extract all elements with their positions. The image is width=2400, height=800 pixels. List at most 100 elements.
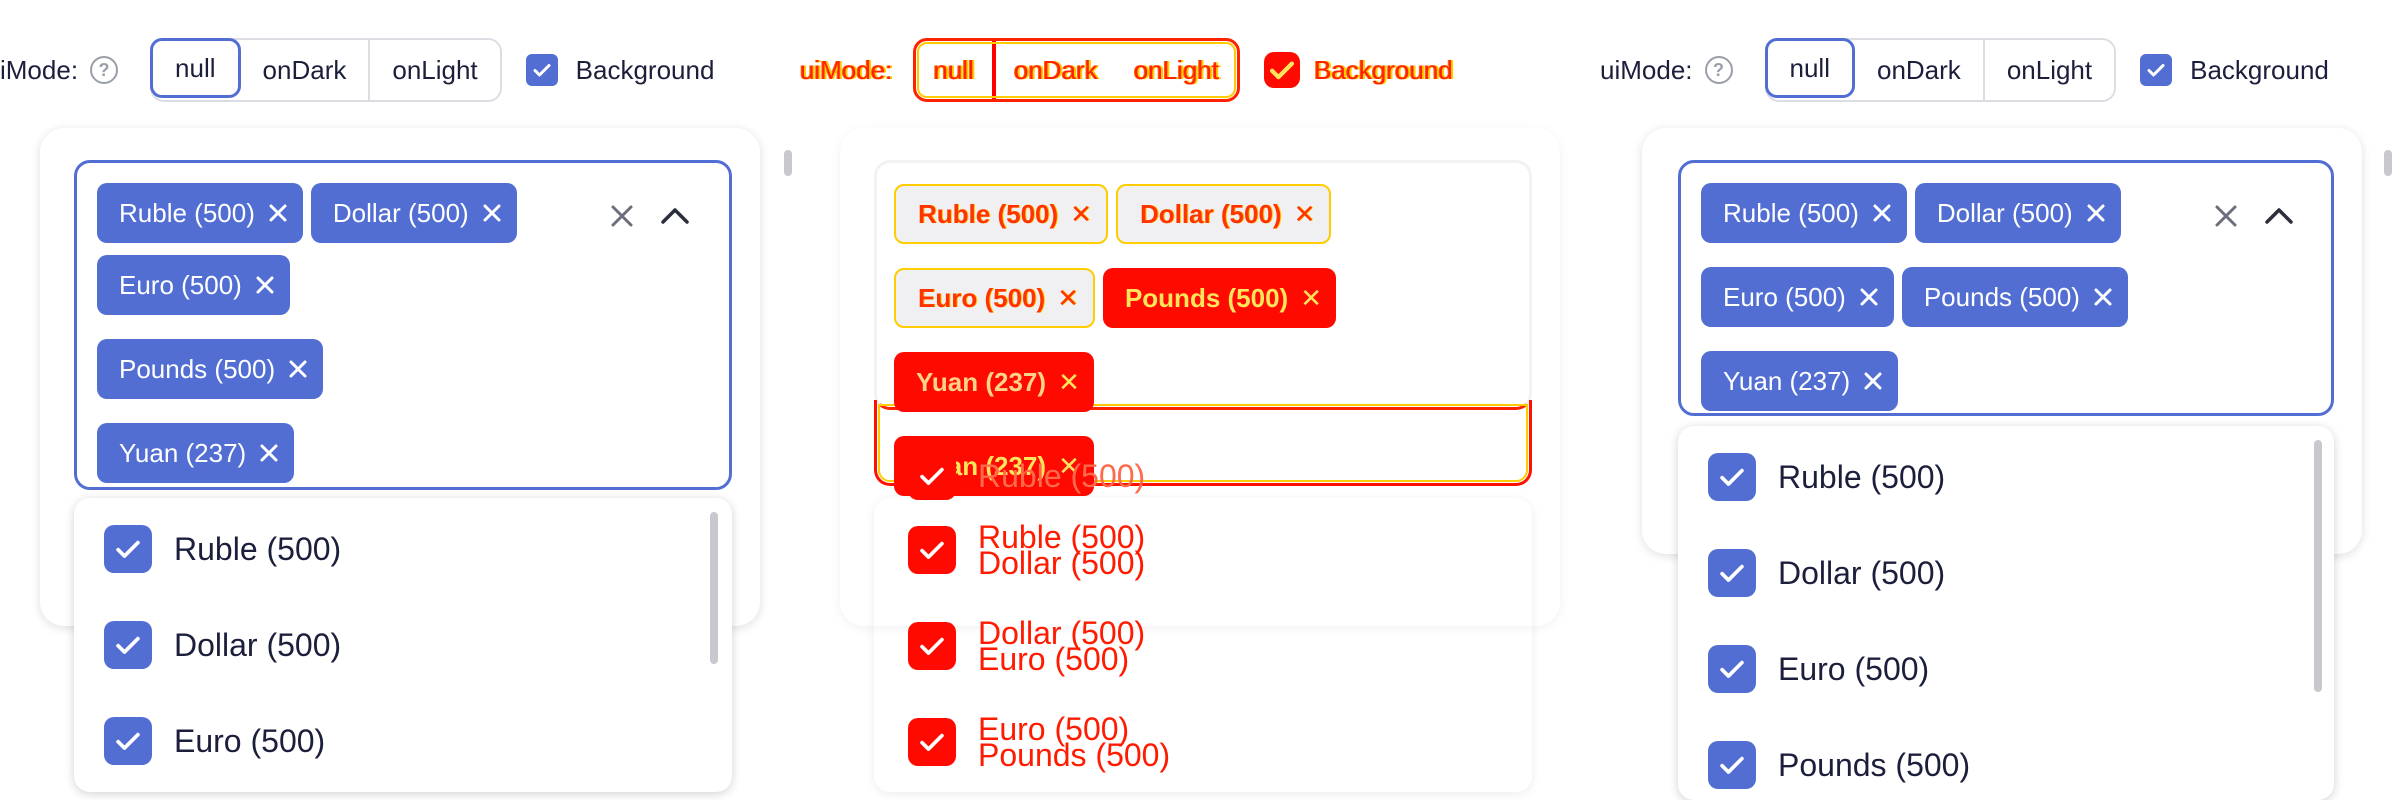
diff-chip-label: Euro (500) [918, 282, 1046, 313]
check-icon [920, 541, 944, 559]
background-checkbox[interactable] [2140, 54, 2173, 86]
chevron-up-icon[interactable] [659, 201, 691, 229]
option-ruble[interactable]: Ruble (500) [1708, 452, 1945, 502]
chip-label: Pounds (500) [1923, 281, 2080, 312]
clear-icon[interactable] [609, 203, 635, 229]
mode-null-button[interactable]: null [150, 38, 241, 98]
chip-pounds[interactable]: Pounds (500) [1901, 267, 2128, 327]
check-icon [920, 637, 944, 655]
currency-multiselect[interactable]: Ruble (500) Dollar (500) Euro (500) Poun… [1678, 160, 2334, 416]
diff-chip-pounds: Pounds (500) ✕ [1102, 268, 1336, 328]
checkbox[interactable] [1708, 741, 1756, 789]
diff-option-ghost-label: Euro (500) [978, 641, 1130, 677]
option-dollar[interactable]: Dollar (500) [104, 620, 341, 670]
check-icon [920, 733, 944, 751]
diff-chip-label: Dollar (500) [1139, 198, 1282, 229]
mode-segmented-control: null onDark onLight [150, 38, 502, 102]
diff-option-ghost-label: Dollar (500) [978, 545, 1146, 581]
chip-label: Pounds (500) [119, 353, 276, 384]
help-icon[interactable]: ? [90, 56, 119, 84]
dropdown-scrollbar[interactable] [710, 512, 718, 664]
diff-panel: uiMode: null onDark onLight Background R… [800, 0, 1600, 800]
diff-mode-label: uiMode: [800, 54, 893, 85]
chip-ruble[interactable]: Ruble (500) [1701, 183, 1907, 243]
checkbox[interactable] [1708, 645, 1756, 693]
check-icon [1720, 468, 1744, 486]
option-dollar[interactable]: Dollar (500) [1708, 548, 1945, 598]
chevron-up-icon[interactable] [2263, 201, 2295, 229]
mode-onlight-button[interactable]: onLight [370, 40, 500, 100]
chip-euro[interactable]: Euro (500) [1701, 267, 1894, 327]
mode-null-button[interactable]: null [1764, 38, 1855, 98]
background-label: Background [2190, 54, 2329, 85]
remove-icon[interactable] [1871, 202, 1893, 224]
remove-icon[interactable] [287, 358, 309, 380]
mode-toolbar: uiMode: ? null onDark onLight Background [1600, 38, 2341, 102]
checkbox[interactable] [104, 621, 152, 669]
mode-ondark-button[interactable]: onDark [1854, 40, 1985, 100]
mode-onlight-button[interactable]: onLight [1984, 40, 2115, 100]
diff-chip-dollar: Dollar (500) ✕ [1115, 184, 1332, 244]
remove-icon[interactable] [1858, 286, 1880, 308]
diff-remove-icon: ✕ [1058, 366, 1080, 397]
diff-chip-label: Ruble (500) [918, 198, 1059, 229]
remove-icon[interactable] [254, 274, 276, 296]
diff-chip-yuan-ghost: Yuan (237) ✕ [894, 352, 1094, 412]
diff-mode-onlight[interactable]: onLight [1116, 41, 1237, 99]
diff-checkbox [908, 452, 956, 500]
option-pounds[interactable]: Pounds (500) [1708, 740, 1970, 790]
diff-background-label: Background [1314, 54, 1453, 85]
background-checkbox[interactable] [525, 54, 558, 86]
options-dropdown: Ruble (500) Dollar (500) Euro (500) Poun… [1678, 426, 2334, 800]
option-label: Ruble (500) [174, 530, 342, 567]
chip-label: Yuan (237) [1723, 365, 1851, 396]
dropdown-scrollbar[interactable] [2314, 440, 2322, 692]
chip-yuan[interactable]: Yuan (237) [97, 423, 295, 483]
diff-mode-null[interactable]: null [916, 41, 996, 99]
remove-icon[interactable] [267, 202, 289, 224]
chip-dollar[interactable]: Dollar (500) [1914, 183, 2121, 243]
option-euro[interactable]: Euro (500) [104, 716, 325, 766]
chip-dollar[interactable]: Dollar (500) [310, 183, 517, 243]
help-icon[interactable]: ? [1704, 56, 1733, 84]
mode-segmented-control: null onDark onLight [1764, 38, 2117, 102]
chip-label: Euro (500) [119, 269, 242, 300]
checkbox[interactable] [104, 717, 152, 765]
checkbox[interactable] [104, 525, 152, 573]
chip-ruble[interactable]: Ruble (500) [97, 183, 303, 243]
checkbox[interactable] [1708, 549, 1756, 597]
remove-icon[interactable] [2092, 286, 2114, 308]
diff-option-labels: Dollar (500) Euro (500) [978, 617, 1145, 677]
diff-mode-ondark[interactable]: onDark [996, 41, 1116, 99]
chip-list: Ruble (500) Dollar (500) Euro (500) Poun… [1701, 183, 2201, 411]
chip-euro[interactable]: Euro (500) [97, 255, 290, 315]
option-label: Euro (500) [174, 722, 326, 759]
currency-multiselect[interactable]: Ruble (500) Dollar (500) Euro (500) Poun… [74, 160, 732, 490]
mode-ondark-button[interactable]: onDark [240, 40, 371, 100]
remove-icon[interactable] [481, 202, 503, 224]
check-icon [116, 540, 140, 558]
option-euro[interactable]: Euro (500) [1708, 644, 1929, 694]
diff-segmented-control: null onDark onLight [912, 38, 1241, 102]
option-label: Euro (500) [1778, 650, 1930, 687]
check-icon [920, 467, 944, 485]
diff-chip-list: Ruble (500) ✕ Dollar (500) ✕ Euro (500) ✕ P… [894, 184, 1494, 496]
remove-icon[interactable] [2085, 202, 2107, 224]
chip-pounds[interactable]: Pounds (500) [97, 339, 324, 399]
ui-mode-label: iMode: [0, 54, 79, 85]
diff-remove-icon: ✕ [1300, 282, 1322, 313]
page-scrollbar[interactable] [2384, 150, 2392, 176]
checkbox[interactable] [1708, 453, 1756, 501]
page-scrollbar[interactable] [784, 150, 792, 176]
clear-icon[interactable] [2213, 203, 2239, 229]
mode-toolbar: iMode: ? null onDark onLight Background [0, 38, 726, 102]
diff-background-checkbox[interactable] [1264, 52, 1301, 88]
remove-icon[interactable] [258, 442, 280, 464]
remove-icon[interactable] [1862, 370, 1884, 392]
chip-yuan[interactable]: Yuan (237) [1701, 351, 1899, 411]
diff-checkbox [908, 718, 956, 766]
diff-option-labels: Euro (500) Pounds (500) [978, 713, 1170, 771]
option-ruble[interactable]: Ruble (500) [104, 524, 341, 574]
diff-chip-label: Pounds (500) [1124, 282, 1289, 313]
diff-remove-icon: ✕ [1293, 198, 1316, 229]
